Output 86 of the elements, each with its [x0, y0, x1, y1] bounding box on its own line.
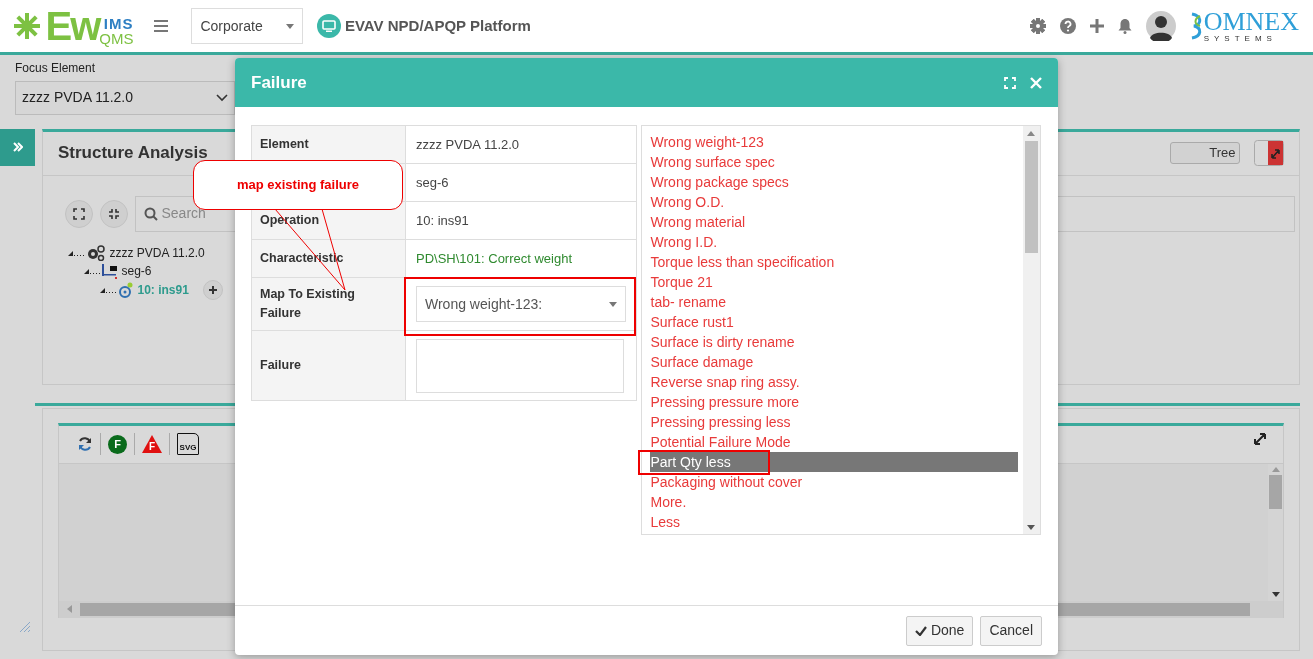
failure-list-item[interactable]: Surface rust1 — [649, 312, 1018, 332]
failure-list-item[interactable]: More. — [649, 492, 1018, 512]
tree-connector-icon — [100, 286, 118, 293]
settings-icon[interactable] — [1029, 18, 1046, 34]
logo-burst-icon — [12, 11, 42, 41]
field-label: Element — [260, 137, 309, 152]
monitor-icon — [317, 14, 342, 38]
failure-list-item[interactable]: Wrong package specs — [649, 172, 1018, 192]
plus-icon — [208, 285, 217, 294]
failure-list-item[interactable]: Potential Failure Mode — [649, 432, 1018, 452]
scroll-down-icon[interactable] — [1271, 592, 1280, 597]
plus-icon[interactable] — [1089, 19, 1104, 33]
refresh-icon[interactable] — [77, 436, 93, 452]
tree-connector-icon — [68, 249, 86, 256]
field-label: Focus Element — [15, 60, 97, 77]
fullscreen-icon[interactable] — [1253, 431, 1267, 446]
failure-list-item[interactable]: Pressing pressing less — [649, 412, 1018, 432]
expand-corners-icon — [73, 207, 85, 220]
failure-list-item[interactable]: Packaging without cover — [649, 472, 1018, 492]
menu-icon[interactable] — [154, 19, 171, 33]
expand-icon[interactable] — [1254, 140, 1284, 166]
scroll-down-icon[interactable] — [1027, 525, 1035, 530]
collapse-view-button[interactable] — [100, 199, 128, 228]
bell-icon[interactable] — [1117, 18, 1132, 34]
brand-name: OMNEX — [1203, 9, 1299, 35]
compress-corners-icon — [108, 207, 120, 220]
operation-gear-icon — [118, 281, 134, 298]
failure-list-item[interactable]: Torque less than specification — [649, 252, 1018, 272]
failure-list-item[interactable]: Torque 21 — [649, 272, 1018, 292]
check-icon — [915, 625, 928, 636]
tree-node[interactable]: zzzz PVDA 11.2.0 — [109, 243, 205, 262]
add-node-button[interactable] — [202, 279, 223, 300]
failure-input[interactable] — [416, 338, 624, 393]
failure-list-item[interactable]: Surface damage — [649, 352, 1018, 372]
failure-list-item[interactable]: Wrong material — [649, 212, 1018, 232]
done-button[interactable]: Done — [906, 615, 974, 646]
failure-list-item[interactable]: Wrong surface spec — [649, 152, 1018, 172]
view-toggle[interactable]: Tree — [1170, 142, 1240, 164]
failure-list-item[interactable]: Part Qty less — [649, 452, 1018, 472]
fit-view-button[interactable] — [65, 199, 93, 228]
gears-icon — [86, 244, 106, 261]
failure-list-item[interactable]: Wrong I.D. — [649, 232, 1018, 252]
logo-text: IMS — [103, 16, 134, 31]
brand-tagline: SYSTEMS — [1203, 35, 1278, 43]
avatar-icon[interactable] — [1145, 11, 1176, 41]
failure-list-item[interactable]: Reverse snap ring assy. — [649, 372, 1018, 392]
brand-swirl-icon — [1189, 12, 1204, 40]
field-label: Failure — [260, 358, 301, 373]
callout-note: map existing failure — [193, 160, 403, 210]
field-value: 10: ins91 — [416, 212, 469, 228]
help-icon[interactable] — [1059, 18, 1076, 34]
field-value: seg-6 — [416, 174, 449, 190]
failure-list-item[interactable]: tab- rename — [649, 292, 1018, 312]
failure-list-item[interactable]: Wrong O.D. — [649, 192, 1018, 212]
caret-icon[interactable] — [286, 23, 295, 29]
expand-sidebar-button[interactable] — [0, 128, 35, 166]
failure-select[interactable]: Wrong weight-123: — [416, 286, 626, 322]
maximize-icon[interactable] — [1004, 76, 1016, 89]
svg-file-icon[interactable]: SVG — [177, 433, 199, 455]
segment-icon — [102, 262, 118, 279]
failure-list-item[interactable]: Pressing pressure more — [649, 392, 1018, 412]
failure-list-item[interactable]: Wrong weight-123 — [649, 132, 1018, 152]
chevron-down-icon — [216, 93, 228, 102]
platform-title: EVAV NPD/APQP Platform — [344, 15, 531, 36]
scroll-up-icon[interactable] — [1027, 131, 1035, 136]
tree-node[interactable]: 10: ins91 — [137, 280, 189, 299]
logo-text: QMS — [99, 31, 134, 46]
dialog-title: Failure — [251, 71, 307, 94]
scroll-thumb[interactable] — [1269, 475, 1282, 509]
list-scrollbar[interactable] — [1022, 126, 1040, 534]
field-value: zzzz PVDA 11.2.0 — [416, 136, 520, 152]
search-icon — [144, 206, 158, 221]
failure-list-item[interactable]: Surface is dirty rename — [649, 332, 1018, 352]
cancel-button[interactable]: Cancel — [980, 615, 1042, 646]
logo-text: Ew — [45, 6, 100, 46]
failure-circle-icon[interactable]: F — [108, 434, 127, 454]
close-icon[interactable] — [1030, 76, 1042, 89]
company-select[interactable]: Corporate — [191, 8, 304, 44]
focus-element-select[interactable]: zzzz PVDA 11.2.0 — [15, 80, 235, 115]
failure-list-item[interactable]: Less — [649, 512, 1018, 532]
scroll-thumb[interactable] — [1024, 141, 1038, 253]
caret-icon[interactable] — [609, 301, 617, 307]
resize-grip-icon — [20, 622, 30, 632]
tree-node[interactable]: seg-6 — [121, 261, 152, 280]
field-label: Map To Existing Failure — [260, 287, 355, 320]
double-chevron-icon — [12, 142, 23, 152]
